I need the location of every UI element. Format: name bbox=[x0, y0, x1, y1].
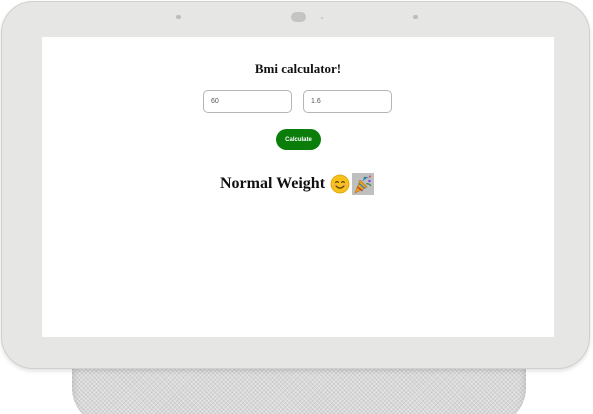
page-title: Bmi calculator! bbox=[254, 61, 342, 76]
microphone-icon bbox=[321, 17, 323, 19]
result-label: Normal Weight bbox=[220, 175, 326, 192]
proximity-sensor-icon bbox=[413, 15, 418, 19]
calculate-button[interactable]: Calculate bbox=[276, 129, 321, 150]
light-sensor-icon bbox=[176, 15, 181, 19]
weight-input[interactable] bbox=[203, 90, 292, 113]
device-frame: Bmi calculator! Calculate Normal Weight bbox=[1, 1, 590, 369]
camera-icon bbox=[291, 12, 306, 22]
app-screen: Bmi calculator! Calculate Normal Weight bbox=[42, 37, 554, 337]
party-popper-icon bbox=[352, 173, 375, 195]
smiling-face-icon bbox=[330, 174, 350, 194]
bmi-result: Normal Weight bbox=[220, 173, 375, 195]
device-stage: Bmi calculator! Calculate Normal Weight bbox=[0, 0, 593, 414]
height-input[interactable] bbox=[303, 90, 392, 113]
